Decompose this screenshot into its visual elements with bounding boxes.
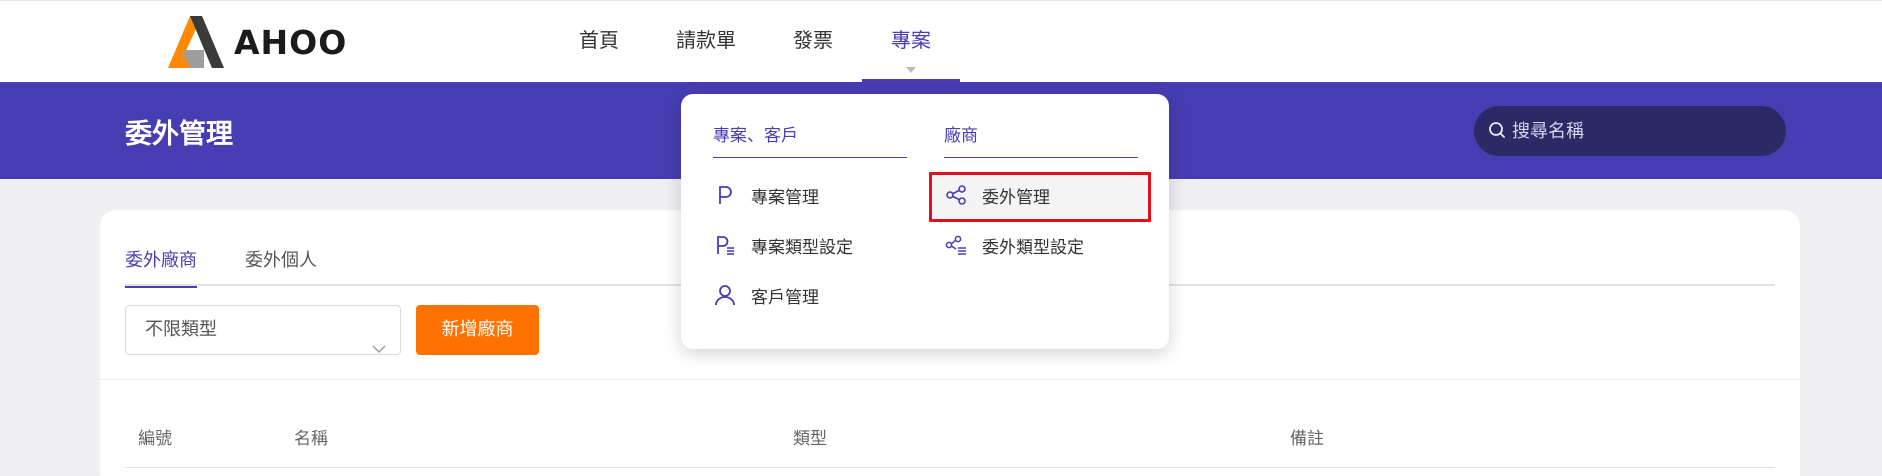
menu-item-label: 專案管理 [751,187,819,208]
menu-item-project-management[interactable]: 專案管理 [713,171,819,219]
column-header-name: 名稱 [294,429,328,449]
menu-item-label: 客戶管理 [751,287,819,308]
search-input[interactable] [1512,106,1772,156]
table-header-divider [125,467,1775,468]
menu-item-label: 專案類型設定 [751,237,853,258]
menu-item-outsourcing-type-settings[interactable]: 委外類型設定 [944,221,1084,269]
brand-name: AHOO [234,22,348,62]
add-vendor-button[interactable]: 新增廠商 [416,305,539,355]
dropdown-section-title-vendors: 廠商 [944,126,978,146]
tab-individuals[interactable]: 委外個人 [245,246,317,286]
nav-invoice-request[interactable]: 請款單 [676,25,736,55]
type-filter-value: 不限類型 [145,319,217,340]
column-header-notes: 備註 [1290,429,1324,449]
column-header-id: 編號 [138,429,172,449]
share-list-icon [944,233,968,257]
divider [713,157,907,158]
tab-vendors[interactable]: 委外廠商 [125,246,197,288]
search-box[interactable] [1474,106,1786,156]
p-list-icon [713,233,737,257]
menu-item-client-management[interactable]: 客戶管理 [713,271,819,319]
top-navbar: AHOO 首頁 請款單 發票 專案 [0,0,1882,83]
menu-item-label: 委外類型設定 [982,237,1084,258]
nav-home[interactable]: 首頁 [579,25,619,55]
user-icon [713,283,737,307]
caret-down-icon [906,67,916,73]
menu-item-outsourcing-management[interactable]: 委外管理 [944,171,1050,219]
share-icon [944,183,968,207]
column-header-type: 類型 [793,429,827,449]
projects-dropdown-menu: 專案、客戶 廠商 專案管理 專案類型設定 客戶管理 委外管理 委外類型設定 [681,94,1169,349]
menu-item-project-type-settings[interactable]: 專案類型設定 [713,221,853,269]
divider [100,379,1800,380]
brand-logo[interactable]: AHOO [168,16,347,68]
page-title: 委外管理 [125,119,233,150]
ahoo-logo-icon [168,16,224,68]
dropdown-section-title-projects: 專案、客戶 [713,126,798,146]
chevron-down-icon [372,325,386,373]
p-letter-icon [713,183,737,207]
menu-item-label: 委外管理 [982,187,1050,208]
divider [944,157,1138,158]
nav-invoice[interactable]: 發票 [793,25,833,55]
search-icon [1488,121,1506,143]
type-filter-select[interactable]: 不限類型 [125,305,401,355]
nav-projects[interactable]: 專案 [891,25,931,55]
